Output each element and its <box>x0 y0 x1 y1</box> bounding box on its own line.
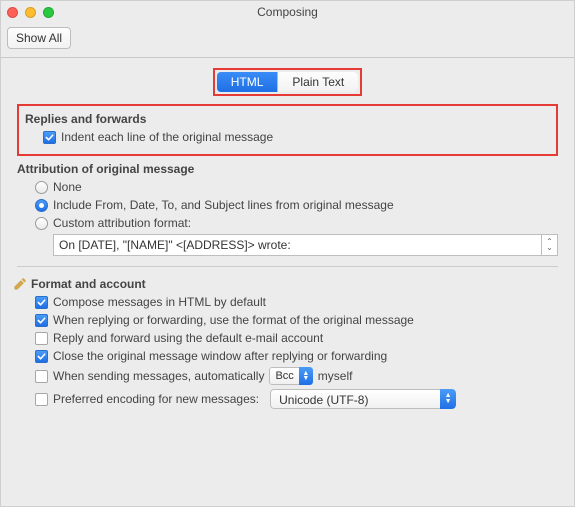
custom-attribution-field[interactable] <box>53 234 542 256</box>
attribution-custom-label: Custom attribution format: <box>53 216 191 230</box>
format-heading: Format and account <box>31 277 146 291</box>
section-divider <box>17 266 558 267</box>
auto-bcc-label-pre: When sending messages, automatically <box>53 369 264 383</box>
attribution-custom-radio[interactable] <box>35 217 48 230</box>
attribution-none-label: None <box>53 180 82 194</box>
attribution-heading: Attribution of original message <box>17 162 558 176</box>
encoding-popup[interactable]: Unicode (UTF-8) ▲▼ <box>270 389 456 409</box>
show-all-button[interactable]: Show All <box>7 27 71 49</box>
bcc-popup-label: Bcc <box>269 367 298 385</box>
replies-heading: Replies and forwards <box>25 112 550 126</box>
auto-bcc-checkbox[interactable] <box>35 370 48 383</box>
encoding-checkbox[interactable] <box>35 393 48 406</box>
chevron-updown-icon: ▲▼ <box>440 389 456 409</box>
tab-plain-text[interactable]: Plain Text <box>278 72 358 92</box>
encoding-popup-label: Unicode (UTF-8) <box>270 389 440 409</box>
attribution-stepper[interactable]: ⌃⌄ <box>542 234 558 256</box>
indent-label: Indent each line of the original message <box>61 130 273 144</box>
close-window-checkbox[interactable] <box>35 350 48 363</box>
bcc-popup[interactable]: Bcc ▲▼ <box>269 367 312 385</box>
attribution-include-radio[interactable] <box>35 199 48 212</box>
indent-checkbox[interactable] <box>43 131 56 144</box>
attribution-none-radio[interactable] <box>35 181 48 194</box>
tab-html[interactable]: HTML <box>217 72 279 92</box>
auto-bcc-label-post: myself <box>318 369 353 383</box>
tabs-highlight: HTML Plain Text <box>213 68 362 96</box>
close-window-label: Close the original message window after … <box>53 349 387 363</box>
chevron-updown-icon: ▲▼ <box>299 367 313 385</box>
encoding-label: Preferred encoding for new messages: <box>53 392 259 406</box>
content-area: HTML Plain Text Replies and forwards Ind… <box>1 58 574 429</box>
default-account-checkbox[interactable] <box>35 332 48 345</box>
replies-section-highlight: Replies and forwards Indent each line of… <box>17 104 558 156</box>
toolbar: Show All <box>1 23 574 58</box>
format-tabs: HTML Plain Text <box>217 72 358 92</box>
preferences-window: Composing Show All HTML Plain Text Repli… <box>0 0 575 507</box>
pencil-icon <box>13 277 27 291</box>
compose-html-checkbox[interactable] <box>35 296 48 309</box>
match-format-checkbox[interactable] <box>35 314 48 327</box>
attribution-include-label: Include From, Date, To, and Subject line… <box>53 198 394 212</box>
default-account-label: Reply and forward using the default e-ma… <box>53 331 323 345</box>
match-format-label: When replying or forwarding, use the for… <box>53 313 414 327</box>
compose-html-label: Compose messages in HTML by default <box>53 295 266 309</box>
titlebar: Composing <box>1 1 574 23</box>
window-title: Composing <box>1 5 574 19</box>
